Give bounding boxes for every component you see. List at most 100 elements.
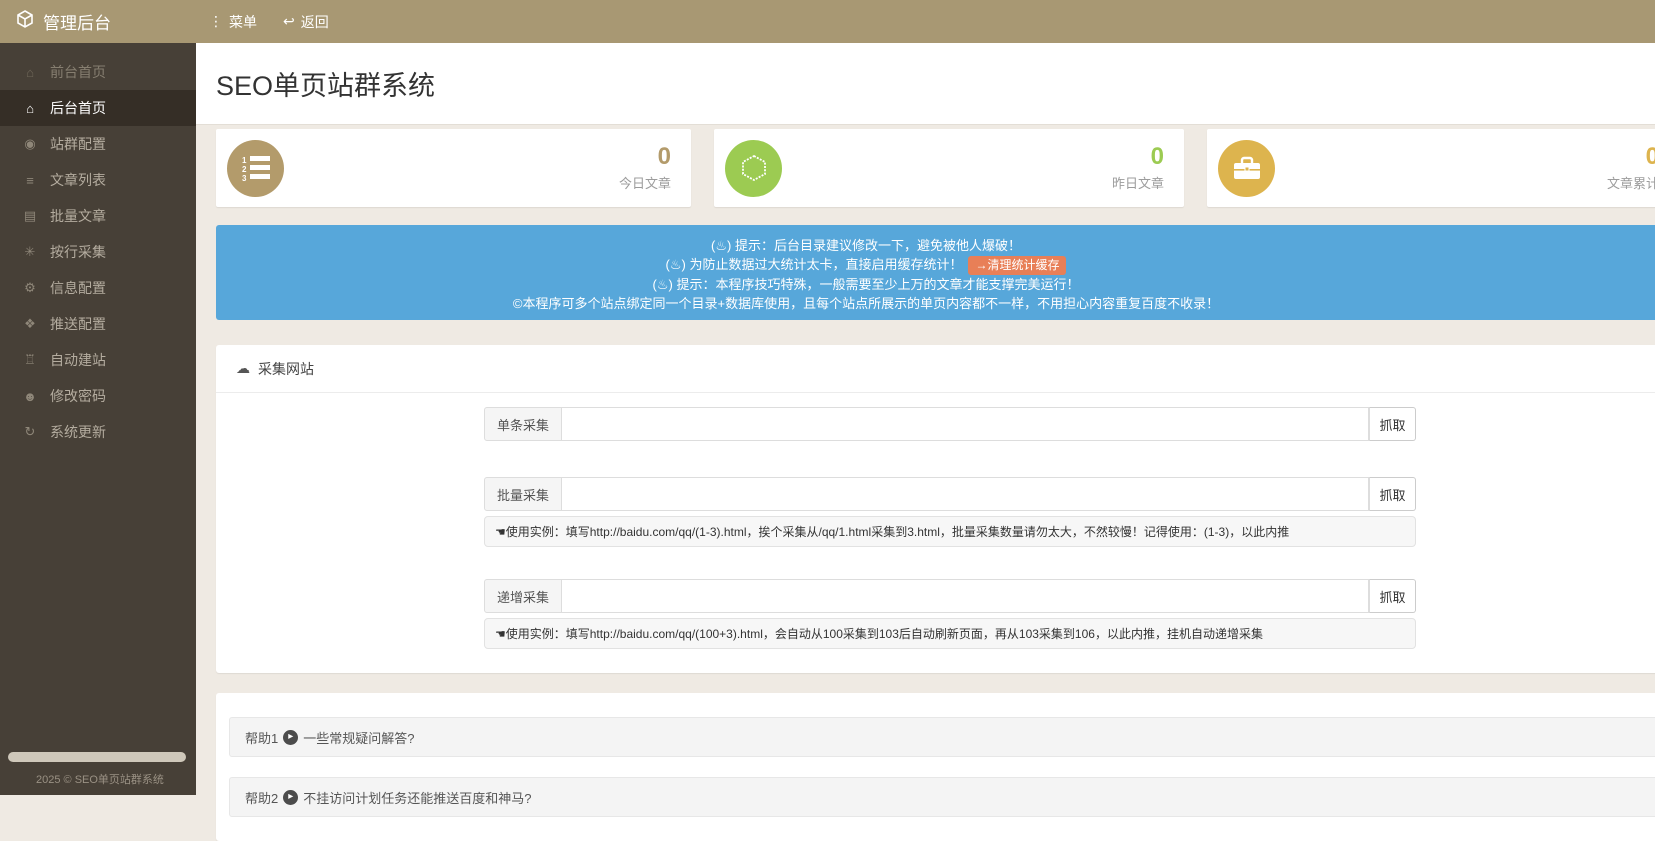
sidebar-item-label: 批量文章 <box>50 206 106 226</box>
increment-collect-label: 递增采集 <box>484 579 562 613</box>
increment-collect-hint: ☚使用实例：填写http://baidu.com/qq/(100+3).html… <box>484 618 1416 649</box>
back-button-label: 返回 <box>301 12 329 32</box>
cube-outline-icon <box>725 140 782 197</box>
svg-text:2: 2 <box>242 165 247 174</box>
back-button[interactable]: ↩ 返回 <box>270 0 342 43</box>
page-title: SEO单页站群系统 <box>216 64 435 103</box>
stat-label: 文章累计 <box>1607 173 1655 192</box>
help-row-1[interactable]: 帮助1 ▸ 一些常规疑问解答? <box>229 717 1655 757</box>
sidebar-item-article-list[interactable]: ≡ 文章列表 <box>0 162 196 198</box>
notice-line-text: (♨) 为防止数据过大统计太卡，直接启用缓存统计！ <box>666 257 963 272</box>
notice-line: (♨) 提示：本程序技巧特殊，一般需要至少上万的文章才能支撑完美运行！ <box>216 275 1516 294</box>
circle-arrow-icon: ▸ <box>283 790 298 805</box>
collect-panel-title: 采集网站 <box>258 359 314 379</box>
back-arrow-icon: ↩ <box>283 13 295 30</box>
sidebar-item-label: 修改密码 <box>50 386 106 406</box>
cloud-icon: ☁ <box>236 360 250 377</box>
stat-value: 0 <box>1607 144 1655 170</box>
home-icon: ⌂ <box>22 101 38 116</box>
sidebar-item-label: 信息配置 <box>50 278 106 298</box>
notice-line: (♨) 提示：后台目录建议修改一下，避免被他人爆破！ <box>216 236 1516 255</box>
clear-stats-cache-button[interactable]: →清理统计缓存 <box>968 256 1066 275</box>
help-panel: 帮助1 ▸ 一些常规疑问解答? 帮助2 ▸ 不挂访问计划任务还能推送百度和神马? <box>216 693 1655 841</box>
sidebar-item-change-password[interactable]: ☻ 修改密码 <box>0 378 196 414</box>
notice-line: ©本程序可多个站点绑定同一个目录+数据库使用，且每个站点所展示的单页内容都不一样… <box>216 294 1516 313</box>
stat-value: 0 <box>1112 144 1164 170</box>
gear-icon: ⚙ <box>22 280 38 296</box>
sidebar-nav: ⌂ 前台首页 ⌂ 后台首页 ◉ 站群配置 ≡ 文章列表 ▤ 批量文章 ✳ 按行采… <box>0 43 196 450</box>
home-icon: ⌂ <box>22 65 38 80</box>
stat-value: 0 <box>619 144 671 170</box>
stat-card-today: 1 2 3 0 今日文章 <box>216 129 691 207</box>
sidebar-scrollbar-thumb[interactable] <box>8 752 186 762</box>
sidebar-item-system-update[interactable]: ↻ 系统更新 <box>0 414 196 450</box>
menu-dots-icon: ⋮ <box>209 13 223 30</box>
batch-collect-label: 批量采集 <box>484 477 562 511</box>
sidebar-item-label: 前台首页 <box>50 62 106 82</box>
sidebar-item-label: 按行采集 <box>50 242 106 262</box>
menu-button-label: 菜单 <box>229 12 257 32</box>
ordered-list-icon: 1 2 3 <box>227 140 284 197</box>
app-title: 管理后台 <box>43 9 111 34</box>
batch-collect-hint: ☚使用实例：填写http://baidu.com/qq/(1-3).html，挨… <box>484 516 1416 547</box>
batch-collect-row: 批量采集 抓取 ☚使用实例：填写http://baidu.com/qq/(1-3… <box>484 477 1416 547</box>
sidebar-item-label: 系统更新 <box>50 422 106 442</box>
refresh-icon: ↻ <box>22 424 38 440</box>
single-collect-label: 单条采集 <box>484 407 562 441</box>
stat-card-right: 0 文章累计 <box>1607 144 1655 192</box>
increment-collect-input[interactable] <box>562 579 1369 613</box>
svg-text:3: 3 <box>242 174 247 182</box>
notice-line: (♨) 为防止数据过大统计太卡，直接启用缓存统计！ →清理统计缓存 <box>216 255 1516 275</box>
increment-grab-button[interactable]: 抓取 <box>1369 579 1416 613</box>
help-question: 不挂访问计划任务还能推送百度和神马? <box>303 788 531 807</box>
increment-collect-row: 递增采集 抓取 ☚使用实例：填写http://baidu.com/qq/(100… <box>484 579 1416 649</box>
list-icon: ≡ <box>22 173 38 188</box>
cube-logo-icon <box>16 10 34 33</box>
stat-cards-row: 1 2 3 0 今日文章 0 昨日文章 <box>216 129 1655 207</box>
stat-label: 昨日文章 <box>1112 173 1164 192</box>
sidebar-item-admin-home[interactable]: ⌂ 后台首页 <box>0 90 196 126</box>
sidebar-item-front-home[interactable]: ⌂ 前台首页 <box>0 54 196 90</box>
sidebar-item-label: 文章列表 <box>50 170 106 190</box>
collect-panel-header: ☁ 采集网站 <box>216 345 1655 393</box>
sidebar-item-label: 后台首页 <box>50 98 106 118</box>
stat-label: 今日文章 <box>619 173 671 192</box>
batch-grab-button[interactable]: 抓取 <box>1369 477 1416 511</box>
sidebar-item-info-config[interactable]: ⚙ 信息配置 <box>0 270 196 306</box>
single-grab-button[interactable]: 抓取 <box>1369 407 1416 441</box>
help-prefix: 帮助2 <box>245 788 278 807</box>
sidebar: ⌂ 前台首页 ⌂ 后台首页 ◉ 站群配置 ≡ 文章列表 ▤ 批量文章 ✳ 按行采… <box>0 43 196 795</box>
briefcase-icon <box>1218 140 1275 197</box>
sidebar-item-line-collect[interactable]: ✳ 按行采集 <box>0 234 196 270</box>
svg-text:1: 1 <box>242 156 247 165</box>
batch-collect-input[interactable] <box>562 477 1369 511</box>
sidebar-item-push-config[interactable]: ❖ 推送配置 <box>0 306 196 342</box>
stat-card-yesterday: 0 昨日文章 <box>714 129 1184 207</box>
asterisk-icon: ✳ <box>22 244 38 260</box>
stat-card-right: 0 昨日文章 <box>1112 144 1164 192</box>
stat-card-total: 0 文章累计 <box>1207 129 1655 207</box>
menu-button[interactable]: ⋮ 菜单 <box>196 0 270 43</box>
copyright-footer: 2025 © SEO单页站群系统 <box>36 771 164 787</box>
sidebar-item-label: 自动建站 <box>50 350 106 370</box>
help-prefix: 帮助1 <box>245 728 278 747</box>
paw-icon: ❖ <box>22 316 38 332</box>
sidebar-item-label: 站群配置 <box>50 134 106 154</box>
sidebar-item-sitegroup-config[interactable]: ◉ 站群配置 <box>0 126 196 162</box>
bank-icon: ♖ <box>22 352 38 368</box>
single-collect-input[interactable] <box>562 407 1369 441</box>
sidebar-item-batch-articles[interactable]: ▤ 批量文章 <box>0 198 196 234</box>
single-collect-row: 单条采集 抓取 <box>484 407 1416 441</box>
dashboard-icon: ◉ <box>22 136 38 152</box>
help-row-2[interactable]: 帮助2 ▸ 不挂访问计划任务还能推送百度和神马? <box>229 777 1655 817</box>
notice-banner: (♨) 提示：后台目录建议修改一下，避免被他人爆破！ (♨) 为防止数据过大统计… <box>216 225 1655 320</box>
sidebar-item-auto-build[interactable]: ♖ 自动建站 <box>0 342 196 378</box>
collect-panel-body: 单条采集 抓取 批量采集 抓取 ☚使用实例：填写http://baidu.com… <box>216 393 1655 673</box>
app-logo[interactable]: 管理后台 <box>0 0 196 43</box>
help-question: 一些常规疑问解答? <box>303 728 414 747</box>
top-bar: 管理后台 ⋮ 菜单 ↩ 返回 <box>0 0 1655 43</box>
book-icon: ▤ <box>22 208 38 224</box>
circle-arrow-icon: ▸ <box>283 730 298 745</box>
page-header: SEO单页站群系统 <box>196 43 1655 125</box>
sidebar-item-label: 推送配置 <box>50 314 106 334</box>
